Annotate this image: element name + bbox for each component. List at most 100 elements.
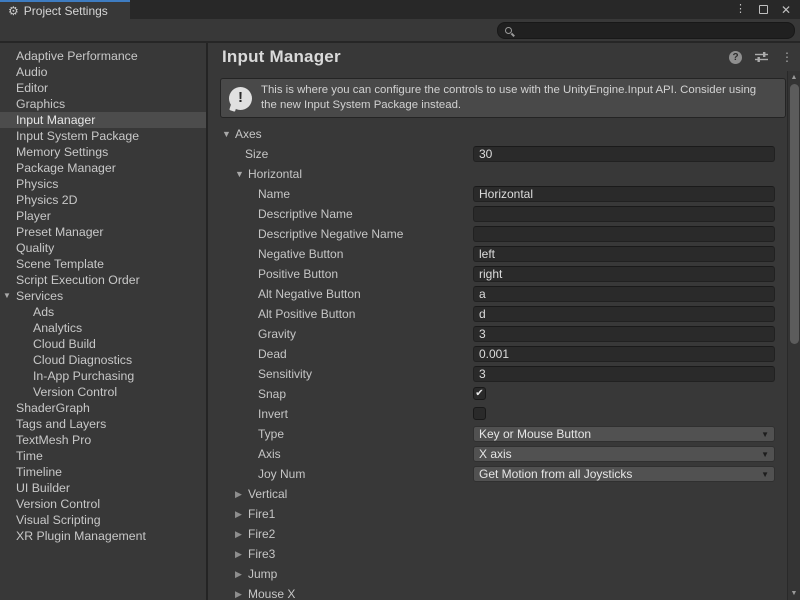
foldout-mouse-x[interactable]: Mouse X [248, 584, 295, 600]
sidebar-item-ui-builder[interactable]: UI Builder [0, 480, 206, 496]
tab-title: Project Settings [24, 4, 108, 18]
foldout-fire3-triangle-icon[interactable]: ▶ [235, 544, 242, 564]
sidebar-item-time[interactable]: Time [0, 448, 206, 464]
label-alt-positive-button: Alt Positive Button [258, 304, 355, 324]
sidebar-item-in-app-purchasing-sub[interactable]: In-App Purchasing [0, 368, 206, 384]
foldout-axes-triangle-icon[interactable]: ▼ [222, 124, 231, 144]
vertical-scrollbar[interactable]: ▲ ▼ [787, 71, 800, 600]
scrollbar-thumb[interactable] [790, 84, 799, 344]
window-menu-icon[interactable]: ⋮ [735, 4, 746, 15]
sidebar-item-input-manager[interactable]: Input Manager [0, 112, 206, 128]
sidebar-item-ads-sub[interactable]: Ads [0, 304, 206, 320]
sidebar-item-visual-scripting[interactable]: Visual Scripting [0, 512, 206, 528]
foldout-fire3[interactable]: Fire3 [248, 544, 275, 564]
field-descriptive-negative-name[interactable] [473, 226, 775, 242]
sidebar-item-services[interactable]: ▼Services [0, 288, 206, 304]
sidebar-item-scene-template[interactable]: Scene Template [0, 256, 206, 272]
help-icon[interactable]: ? [729, 51, 742, 64]
sidebar-item-physics-2d[interactable]: Physics 2D [0, 192, 206, 208]
label-positive-button: Positive Button [258, 264, 338, 284]
sidebar-item-cloud-build-sub[interactable]: Cloud Build [0, 336, 206, 352]
field-descriptive-name[interactable] [473, 206, 775, 222]
foldout-horizontal[interactable]: Horizontal [248, 164, 302, 184]
sidebar-item-preset-manager[interactable]: Preset Manager [0, 224, 206, 240]
sidebar-item-label: Audio [16, 65, 47, 79]
control-invert [473, 406, 775, 422]
control-alt-negative-button: a [473, 286, 775, 302]
sidebar-item-xr-plugin-management[interactable]: XR Plugin Management [0, 528, 206, 544]
dropdown-arrow-icon: ▼ [761, 467, 769, 482]
sidebar-item-tags-and-layers[interactable]: Tags and Layers [0, 416, 206, 432]
sidebar-item-audio[interactable]: Audio [0, 64, 206, 80]
sidebar-item-shadergraph[interactable]: ShaderGraph [0, 400, 206, 416]
foldout-jump-triangle-icon[interactable]: ▶ [235, 564, 242, 584]
sidebar-item-textmesh-pro[interactable]: TextMesh Pro [0, 432, 206, 448]
row-axis: Axis X axis▼ [208, 444, 787, 464]
sidebar-item-memory-settings[interactable]: Memory Settings [0, 144, 206, 160]
sidebar-item-label: ShaderGraph [16, 401, 90, 415]
field-size[interactable]: 30 [473, 146, 775, 162]
label-axis: Axis [258, 444, 281, 464]
dropdown-type[interactable]: Key or Mouse Button▼ [473, 426, 775, 442]
foldout-fire1[interactable]: Fire1 [248, 504, 275, 524]
sidebar-item-input-system-package[interactable]: Input System Package [0, 128, 206, 144]
foldout-mouse-x-triangle-icon[interactable]: ▶ [235, 584, 242, 600]
sidebar-item-player[interactable]: Player [0, 208, 206, 224]
sidebar-item-script-execution-order[interactable]: Script Execution Order [0, 272, 206, 288]
sidebar-item-physics[interactable]: Physics [0, 176, 206, 192]
field-dead[interactable]: 0.001 [473, 346, 775, 362]
sidebar-item-graphics[interactable]: Graphics [0, 96, 206, 112]
field-positive-button[interactable]: right [473, 266, 775, 282]
foldout-fire2[interactable]: Fire2 [248, 524, 275, 544]
dropdown-joy-num[interactable]: Get Motion from all Joysticks▼ [473, 466, 775, 482]
row-invert: Invert [208, 404, 787, 424]
window-controls: ⋮ ✕ [735, 0, 800, 19]
foldout-horizontal-triangle-icon[interactable]: ▼ [235, 164, 244, 184]
label-snap: Snap [258, 384, 286, 404]
scroll-down-icon[interactable]: ▼ [788, 590, 800, 597]
foldout-fire1-triangle-icon[interactable]: ▶ [235, 504, 242, 524]
sidebar-item-quality[interactable]: Quality [0, 240, 206, 256]
search-input[interactable] [497, 22, 795, 39]
foldout-vertical-triangle-icon[interactable]: ▶ [235, 484, 242, 504]
field-gravity[interactable]: 3 [473, 326, 775, 342]
scroll-up-icon[interactable]: ▲ [788, 74, 800, 81]
sidebar-item-label: Cloud Diagnostics [33, 353, 132, 367]
sidebar-item-editor[interactable]: Editor [0, 80, 206, 96]
checkbox-invert[interactable] [473, 407, 486, 420]
settings-sidebar: Adaptive PerformanceAudioEditorGraphicsI… [0, 43, 208, 600]
foldout-fire2-triangle-icon[interactable]: ▶ [235, 524, 242, 544]
foldout-vertical[interactable]: Vertical [248, 484, 287, 504]
context-menu-icon[interactable]: ⋮ [781, 51, 793, 63]
checkmark-icon: ✔ [475, 388, 483, 399]
control-sensitivity: 3 [473, 366, 775, 382]
sidebar-item-analytics-sub[interactable]: Analytics [0, 320, 206, 336]
sidebar-item-version-control[interactable]: Version Control [0, 496, 206, 512]
page-title: Input Manager [222, 47, 341, 67]
label-invert: Invert [258, 404, 288, 424]
tab-project-settings[interactable]: ⚙ Project Settings [0, 0, 130, 19]
field-alt-positive-button[interactable]: d [473, 306, 775, 322]
sidebar-item-label: Graphics [16, 97, 65, 111]
control-dead: 0.001 [473, 346, 775, 362]
field-sensitivity[interactable]: 3 [473, 366, 775, 382]
checkbox-snap[interactable]: ✔ [473, 387, 486, 400]
sidebar-item-version-control-sub[interactable]: Version Control [0, 384, 206, 400]
foldout-axes[interactable]: Axes [235, 124, 262, 144]
sidebar-item-cloud-diagnostics-sub[interactable]: Cloud Diagnostics [0, 352, 206, 368]
foldout-services-triangle-icon[interactable]: ▼ [3, 288, 11, 304]
sidebar-item-timeline[interactable]: Timeline [0, 464, 206, 480]
sidebar-item-adaptive-performance[interactable]: Adaptive Performance [0, 48, 206, 64]
dropdown-axis[interactable]: X axis▼ [473, 446, 775, 462]
control-negative-button: left [473, 246, 775, 262]
field-alt-negative-button[interactable]: a [473, 286, 775, 302]
field-negative-button[interactable]: left [473, 246, 775, 262]
close-icon[interactable]: ✕ [781, 4, 791, 16]
presets-icon[interactable] [754, 51, 769, 63]
field-name[interactable]: Horizontal [473, 186, 775, 202]
foldout-jump[interactable]: Jump [248, 564, 277, 584]
maximize-icon[interactable] [759, 5, 768, 14]
sidebar-item-label: Version Control [16, 497, 100, 511]
sidebar-item-package-manager[interactable]: Package Manager [0, 160, 206, 176]
axes-form: ▼AxesSize30▼HorizontalNameHorizontalDesc… [208, 124, 787, 600]
